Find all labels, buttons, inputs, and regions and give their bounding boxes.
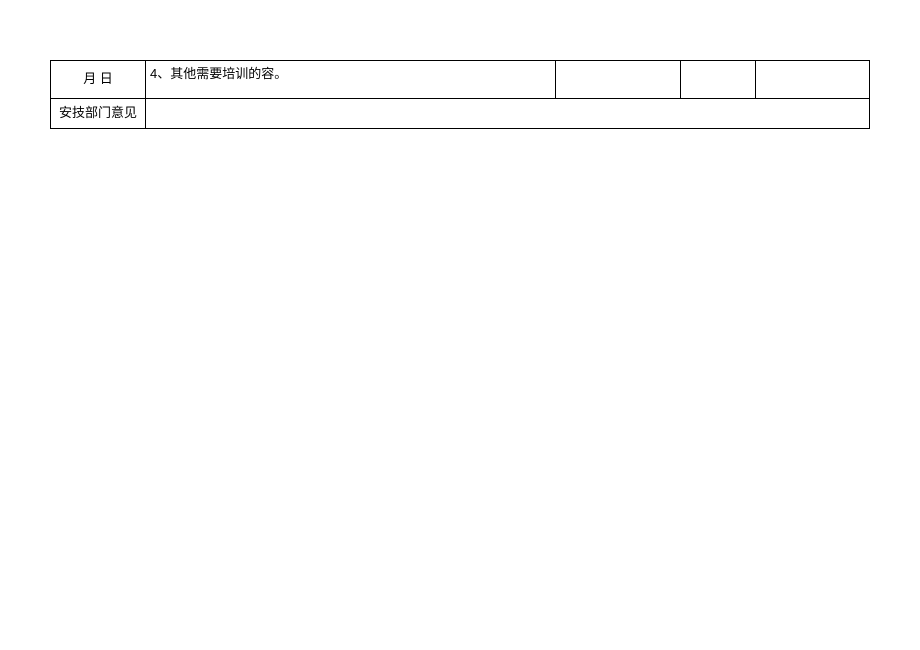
safety-dept-opinion-label: 安技部门意见 <box>51 99 146 129</box>
empty-cell-2 <box>681 61 756 99</box>
training-content-cell: 4、其他需要培训的容。 <box>146 61 556 99</box>
training-table: 月 日 4、其他需要培训的容。 安技部门意见 <box>50 60 870 129</box>
table-row: 安技部门意见 <box>51 99 870 129</box>
safety-dept-opinion-content <box>146 99 870 129</box>
empty-cell-1 <box>556 61 681 99</box>
empty-cell-3 <box>756 61 870 99</box>
date-cell: 月 日 <box>51 61 146 99</box>
table-row: 月 日 4、其他需要培训的容。 <box>51 61 870 99</box>
